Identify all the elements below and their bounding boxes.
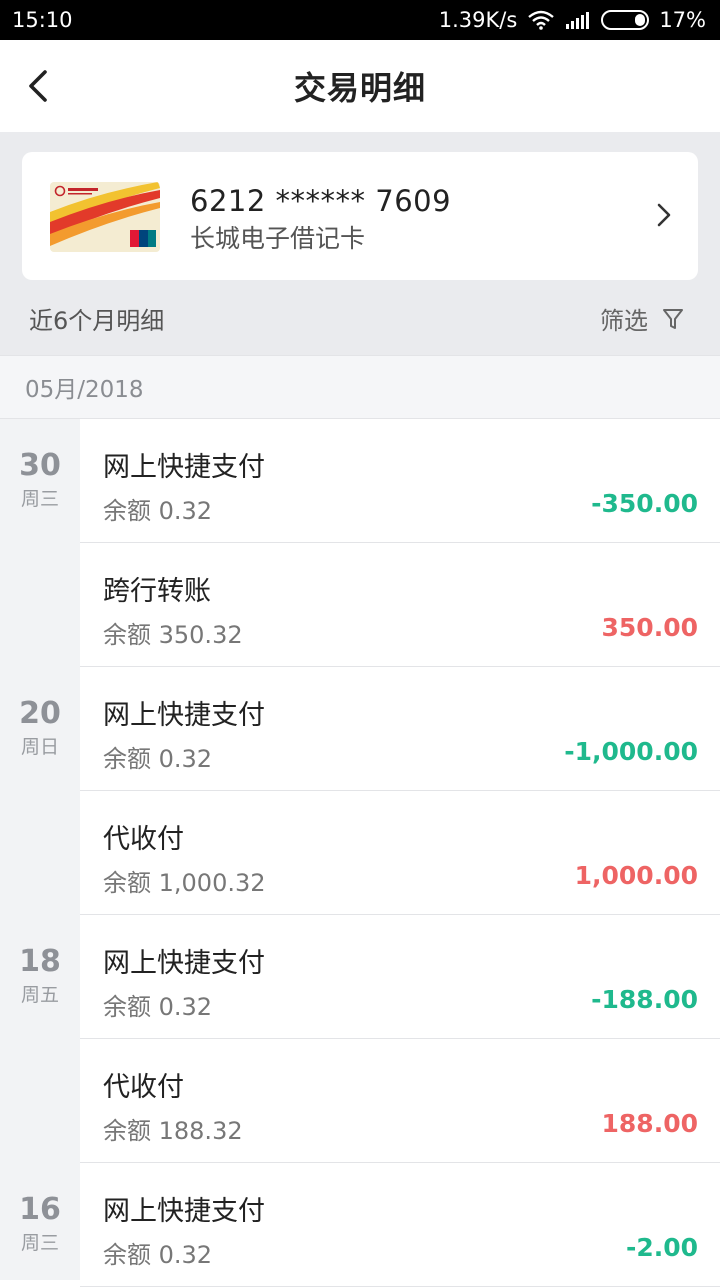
date-day: 30 (19, 448, 61, 483)
transaction-title: 代收付 (103, 1072, 184, 1103)
bank-card-image (50, 182, 160, 252)
transaction-row[interactable]: 代收付 余额 188.32 188.00 (80, 1039, 720, 1163)
transaction-row[interactable]: 代收付 余额 1,000.32 1,000.00 (80, 791, 720, 915)
date-group: 30 周三 (0, 449, 80, 511)
date-column: 30 周三 20 周日 18 周五 16 周三 (0, 419, 80, 1280)
transaction-row[interactable]: 网上快捷支付 余额 0.32 -188.00 (80, 915, 720, 1039)
card-name: 长城电子借记卡 (190, 224, 366, 253)
transaction-title: 网上快捷支付 (103, 700, 265, 731)
chevron-left-icon (29, 70, 47, 102)
date-weekday: 周三 (20, 1232, 59, 1254)
transaction-amount: 188.00 (601, 1109, 698, 1138)
date-weekday: 周五 (20, 984, 59, 1006)
transaction-row[interactable]: 网上快捷支付 余额 0.32 -350.00 (80, 419, 720, 543)
date-day: 20 (19, 696, 61, 731)
status-bar: 15:10 1.39K/s 17% (0, 0, 720, 40)
transaction-title: 网上快捷支付 (103, 452, 265, 483)
wifi-icon (527, 10, 555, 30)
transaction-title: 网上快捷支付 (103, 1196, 265, 1227)
network-speed: 1.39K/s (438, 8, 518, 32)
transaction-row[interactable]: 网上快捷支付 余额 0.32 -1,000.00 (80, 667, 720, 791)
signal-icon (565, 10, 591, 30)
page-title: 交易明细 (293, 69, 426, 107)
transaction-title: 代收付 (103, 824, 184, 855)
transaction-amount: 350.00 (601, 613, 698, 642)
month-header: 05月/2018 (0, 355, 720, 419)
transaction-title: 网上快捷支付 (103, 948, 265, 979)
back-button[interactable] (18, 66, 58, 106)
transaction-amount: -188.00 (591, 985, 698, 1014)
filter-icon (663, 308, 683, 329)
transaction-balance: 余额 350.32 (103, 621, 243, 649)
date-group: 20 周日 (0, 697, 80, 759)
transaction-balance: 余额 188.32 (103, 1117, 243, 1145)
bank-card[interactable]: 6212 ****** 7609 长城电子借记卡 (22, 152, 698, 280)
transaction-amount: -1,000.00 (564, 737, 698, 766)
transaction-balance: 余额 0.32 (103, 745, 213, 773)
battery-level: 17% (659, 8, 706, 32)
date-day: 18 (19, 944, 61, 979)
status-time: 15:10 (12, 8, 73, 32)
date-group: 18 周五 (0, 945, 80, 1007)
transaction-amount: -2.00 (625, 1233, 698, 1262)
date-group: 16 周三 (0, 1193, 80, 1255)
transaction-balance: 余额 0.32 (103, 1241, 213, 1269)
chevron-right-icon (656, 202, 672, 232)
filter-label: 筛选 (600, 307, 648, 335)
status-right: 1.39K/s 17% (439, 8, 706, 32)
card-number: 6212 ****** 7609 (190, 184, 452, 218)
transaction-balance: 余额 0.32 (103, 993, 213, 1021)
battery-icon (601, 10, 650, 30)
app-header: 交易明细 (0, 40, 720, 132)
transaction-balance: 余额 1,000.32 (103, 869, 266, 897)
transaction-balance: 余额 0.32 (103, 497, 213, 525)
filter-button[interactable]: 筛选 (600, 301, 684, 336)
transaction-list: 30 周三 20 周日 18 周五 16 周三 网上快捷支付 余额 0.32 -… (0, 419, 720, 1287)
transaction-row[interactable]: 网上快捷支付 余额 0.32 -2.00 (80, 1163, 720, 1287)
date-day: 16 (19, 1192, 61, 1227)
transaction-amount: -350.00 (591, 489, 698, 518)
transaction-row[interactable]: 跨行转账 余额 350.32 350.00 (80, 543, 720, 667)
bank-card-info: 6212 ****** 7609 长城电子借记卡 (190, 182, 451, 256)
period-row: 近6个月明细 筛选 (0, 282, 720, 355)
date-weekday: 周日 (20, 736, 59, 758)
period-label: 近6个月明细 (29, 307, 165, 335)
date-weekday: 周三 (20, 488, 59, 510)
transaction-amount: 1,000.00 (574, 861, 698, 890)
transaction-title: 跨行转账 (103, 576, 211, 607)
account-summary: 6212 ****** 7609 长城电子借记卡 近6个月明细 筛选 (0, 132, 720, 355)
